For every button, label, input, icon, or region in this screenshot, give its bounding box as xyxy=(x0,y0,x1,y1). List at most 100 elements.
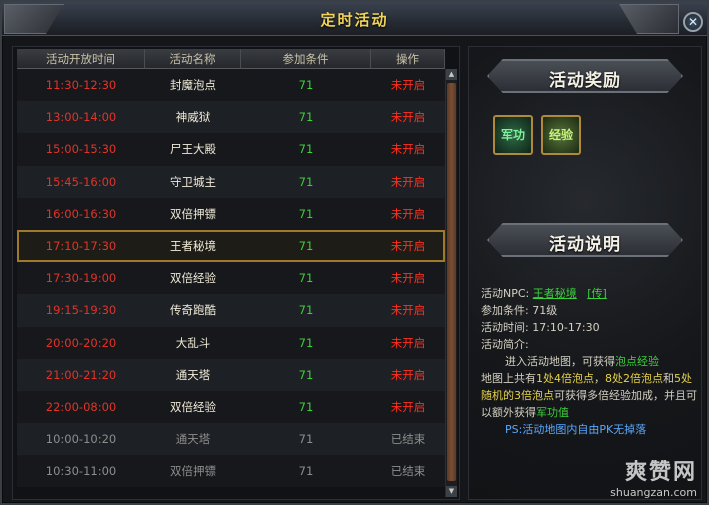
table-header: 活动开放时间 活动名称 参加条件 操作 xyxy=(17,49,445,69)
title-bar[interactable]: 定时活动 ✕ xyxy=(2,2,707,36)
reward-exp-icon[interactable]: 经验 xyxy=(541,115,581,155)
row-name: 神威狱 xyxy=(175,110,211,125)
table-row[interactable]: 17:30-19:00 双倍经验 71 未开启 xyxy=(17,262,445,295)
table-row[interactable]: 13:00-14:00 神威狱 71 未开启 xyxy=(17,101,445,134)
row-status: 未开启 xyxy=(390,271,426,286)
table-scrollbar[interactable]: ▲ ▼ xyxy=(445,69,457,497)
row-name: 守卫城主 xyxy=(170,174,216,189)
header-time: 活动开放时间 xyxy=(17,49,145,69)
row-level: 71 xyxy=(298,110,314,125)
row-time: 21:00-21:20 xyxy=(45,367,117,382)
row-name: 封魔泡点 xyxy=(170,78,216,93)
ps-note: PS:活动地图内自由PK无掉落 xyxy=(505,423,647,436)
activity-table-panel: 活动开放时间 活动名称 参加条件 操作 11:30-12:30 封魔泡点 71 … xyxy=(12,46,460,500)
row-time: 15:00-15:30 xyxy=(45,142,117,157)
scroll-thumb[interactable] xyxy=(447,83,456,481)
table-row[interactable]: 16:00-16:30 双倍押镖 71 未开启 xyxy=(17,197,445,230)
table-row[interactable]: 21:00-21:20 通天塔 71 未开启 xyxy=(17,358,445,391)
summary-paragraph-1: 进入活动地图，可获得泡点经验 xyxy=(481,353,697,370)
row-time: 20:00-20:20 xyxy=(45,335,117,350)
row-status: 未开启 xyxy=(390,142,426,157)
row-status: 未开启 xyxy=(390,367,426,382)
row-status: 未开启 xyxy=(390,110,426,125)
condition-label: 参加条件: xyxy=(481,304,529,317)
activity-info: 活动NPC: 王者秘境 [传] 参加条件: 71级 活动时间: 17:10-17… xyxy=(481,285,697,438)
scroll-down-icon[interactable]: ▼ xyxy=(446,486,457,497)
header-condition: 参加条件 xyxy=(241,49,371,69)
row-status: 已结束 xyxy=(390,432,426,447)
row-time: 10:00-10:20 xyxy=(45,432,117,447)
time-line: 活动时间: 17:10-17:30 xyxy=(481,319,697,336)
reward-heading: 活动奖励 xyxy=(549,71,621,91)
reward-heading-banner: 活动奖励 xyxy=(487,59,683,93)
row-status: 未开启 xyxy=(390,78,426,93)
row-level: 71 xyxy=(298,142,314,157)
timed-activity-window: 定时活动 ✕ 活动开放时间 活动名称 参加条件 操作 11:30-12:30 封… xyxy=(0,0,709,505)
row-name: 双倍押镖 xyxy=(170,206,216,221)
row-status: 未开启 xyxy=(390,206,426,221)
row-status: 未开启 xyxy=(390,303,426,318)
row-time: 16:00-16:30 xyxy=(45,206,117,221)
row-level: 71 xyxy=(298,206,314,221)
row-status: 已结束 xyxy=(390,464,426,479)
row-name: 双倍经验 xyxy=(170,399,216,414)
description-heading: 活动说明 xyxy=(549,235,621,255)
row-status: 未开启 xyxy=(390,399,426,414)
reward-merit-icon[interactable]: 军功 xyxy=(493,115,533,155)
row-level: 71 xyxy=(298,367,314,382)
teleport-link[interactable]: [传] xyxy=(587,287,607,300)
watermark-logo: 爽赞网 xyxy=(624,460,697,485)
row-time: 19:15-19:30 xyxy=(45,303,117,318)
row-status: 未开启 xyxy=(390,335,426,350)
p2-e: 和 xyxy=(663,372,674,385)
row-name: 大乱斗 xyxy=(175,335,211,350)
row-time: 13:00-14:00 xyxy=(45,110,117,125)
table-row[interactable]: 15:45-16:00 守卫城主 71 未开启 xyxy=(17,165,445,198)
row-level: 71 xyxy=(298,399,314,414)
table-row-ended[interactable]: 10:00-10:20 通天塔 71 已结束 xyxy=(17,423,445,456)
row-status: 未开启 xyxy=(390,239,426,254)
row-name: 通天塔 xyxy=(175,432,211,447)
row-time: 15:45-16:00 xyxy=(45,174,117,189)
time-label: 活动时间: xyxy=(481,321,529,334)
p2-h: 军功值 xyxy=(536,406,569,419)
site-watermark: 爽赞网 shuangzan.com xyxy=(610,454,697,499)
row-level: 71 xyxy=(298,303,314,318)
header-name: 活动名称 xyxy=(145,49,241,69)
table-row[interactable]: 20:00-20:20 大乱斗 71 未开启 xyxy=(17,326,445,359)
row-level: 71 xyxy=(298,464,314,479)
table-row[interactable]: 15:00-15:30 尸王大殿 71 未开启 xyxy=(17,133,445,166)
row-name: 双倍经验 xyxy=(170,271,216,286)
condition-value: 71级 xyxy=(532,304,558,317)
npc-line: 活动NPC: 王者秘境 [传] xyxy=(481,285,697,302)
row-level: 71 xyxy=(298,239,314,254)
row-time: 10:30-11:00 xyxy=(45,464,117,479)
time-value: 17:10-17:30 xyxy=(532,321,600,334)
row-level: 71 xyxy=(298,78,314,93)
row-level: 71 xyxy=(298,432,314,447)
table-row-selected[interactable]: 17:10-17:30 王者秘境 71 未开启 xyxy=(17,229,445,263)
row-status: 未开启 xyxy=(390,174,426,189)
npc-name-link[interactable]: 王者秘境 xyxy=(533,287,577,300)
row-level: 71 xyxy=(298,271,314,286)
table-row[interactable]: 19:15-19:30 传奇跑酷 71 未开启 xyxy=(17,294,445,327)
window-title: 定时活动 xyxy=(320,11,389,29)
row-level: 71 xyxy=(298,335,314,350)
activity-detail-panel: 活动奖励 军功 经验 活动说明 活动NPC: 王者秘境 [传] 参加条件: 71… xyxy=(468,46,702,500)
p1-text: 进入活动地图，可获得 xyxy=(505,355,615,368)
description-heading-banner: 活动说明 xyxy=(487,223,683,257)
row-time: 11:30-12:30 xyxy=(45,78,117,93)
npc-label: 活动NPC: xyxy=(481,287,530,300)
row-name: 通天塔 xyxy=(175,367,211,382)
row-time: 17:10-17:30 xyxy=(45,239,117,254)
table-row[interactable]: 11:30-12:30 封魔泡点 71 未开启 xyxy=(17,69,445,102)
close-button[interactable]: ✕ xyxy=(683,12,703,32)
scroll-up-icon[interactable]: ▲ xyxy=(446,69,457,80)
row-name: 王者秘境 xyxy=(170,239,216,254)
p2-b: 1处4倍泡点 xyxy=(536,372,594,385)
table-row-ended[interactable]: 10:30-11:00 双倍押镖 71 已结束 xyxy=(17,455,445,488)
row-time: 22:00-08:00 xyxy=(45,399,117,414)
row-name: 双倍押镖 xyxy=(170,464,216,479)
table-row[interactable]: 22:00-08:00 双倍经验 71 未开启 xyxy=(17,390,445,424)
row-name: 传奇跑酷 xyxy=(170,303,216,318)
